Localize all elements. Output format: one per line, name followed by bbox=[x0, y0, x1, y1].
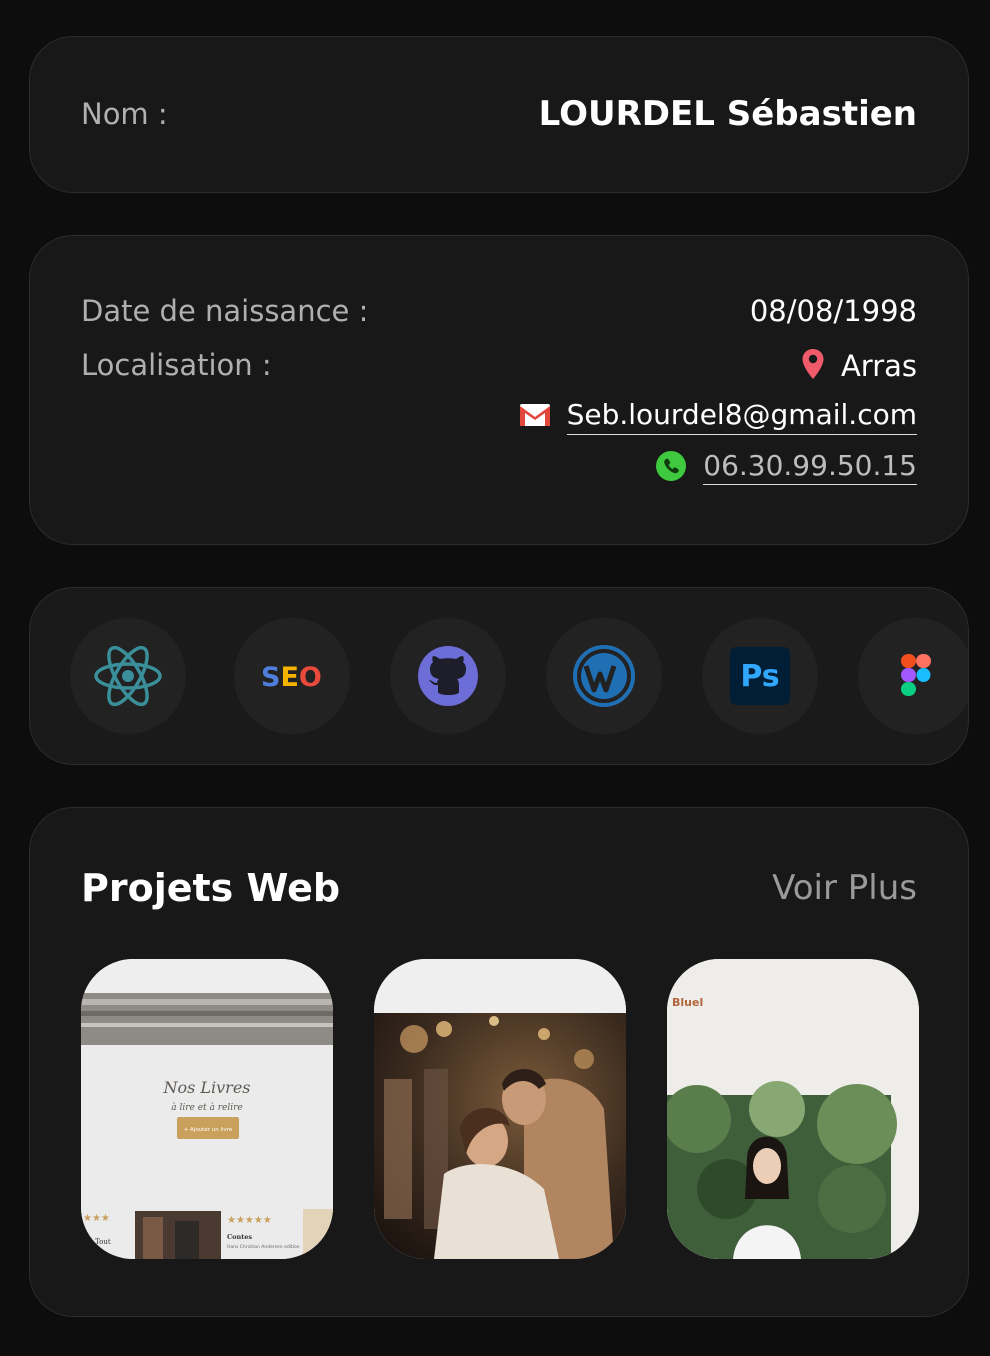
birth-date-label: Date de naissance : bbox=[81, 294, 369, 328]
location-pin-icon bbox=[801, 348, 825, 384]
svg-text:★★★: ★★★ bbox=[83, 1213, 110, 1224]
nos-livres-preview: Nos Livres à lire et à relire + Ajouter … bbox=[81, 959, 333, 1259]
info-card: Date de naissance : 08/08/1998 Localisat… bbox=[29, 235, 969, 545]
skills-card: SEO Ps bbox=[29, 587, 969, 765]
nos-livres-book2-sub: Hans Christian Andersen edition bbox=[227, 1244, 300, 1250]
email-link[interactable]: Seb.lourdel8@gmail.com bbox=[566, 399, 917, 435]
react-icon[interactable] bbox=[70, 618, 186, 734]
location-value: Arras bbox=[840, 349, 917, 383]
figma-icon[interactable] bbox=[858, 618, 968, 734]
projects-title: Projets Web bbox=[81, 866, 341, 910]
see-more-link[interactable]: Voir Plus bbox=[772, 868, 917, 908]
nos-livres-book1: Tout bbox=[95, 1238, 111, 1246]
location-row: Arras bbox=[801, 348, 917, 384]
projects-card: Projets Web Voir Plus Nos Livres à lire … bbox=[29, 807, 969, 1317]
project-nos-livres[interactable]: Nos Livres à lire et à relire + Ajouter … bbox=[81, 959, 333, 1259]
bluel-brand: Bluel bbox=[672, 996, 703, 1009]
wedding-photo-preview bbox=[374, 959, 626, 1259]
phone-link[interactable]: 06.30.99.50.15 bbox=[703, 450, 917, 486]
name-label: Nom : bbox=[81, 97, 168, 131]
project-bluel[interactable]: Bluel bbox=[667, 959, 919, 1259]
bluel-preview: Bluel bbox=[667, 959, 919, 1259]
wordpress-icon[interactable] bbox=[546, 618, 662, 734]
nos-livres-heading: Nos Livres bbox=[162, 1078, 250, 1097]
name-value: LOURDEL Sébastien bbox=[538, 94, 917, 134]
seo-icon[interactable]: SEO bbox=[234, 618, 350, 734]
location-label: Localisation : bbox=[81, 348, 272, 382]
name-card: Nom : LOURDEL Sébastien bbox=[29, 36, 969, 193]
phone-icon bbox=[655, 450, 687, 486]
project-wedding-photo[interactable] bbox=[374, 959, 626, 1259]
photoshop-icon[interactable]: Ps bbox=[702, 618, 818, 734]
github-icon[interactable] bbox=[390, 618, 506, 734]
nos-livres-book2: Contes bbox=[227, 1233, 252, 1241]
gmail-icon bbox=[519, 403, 551, 431]
photoshop-label: Ps bbox=[740, 658, 780, 694]
seo-letter-s: SEO bbox=[261, 662, 322, 692]
birth-date-value: 08/08/1998 bbox=[749, 294, 917, 328]
nos-livres-subheading: à lire et à relire bbox=[171, 1102, 243, 1113]
email-row: Seb.lourdel8@gmail.com bbox=[519, 399, 917, 435]
phone-row: 06.30.99.50.15 bbox=[655, 450, 917, 486]
svg-text:★★★★★: ★★★★★ bbox=[227, 1215, 272, 1226]
nos-livres-button: + Ajouter un livre bbox=[184, 1127, 233, 1133]
